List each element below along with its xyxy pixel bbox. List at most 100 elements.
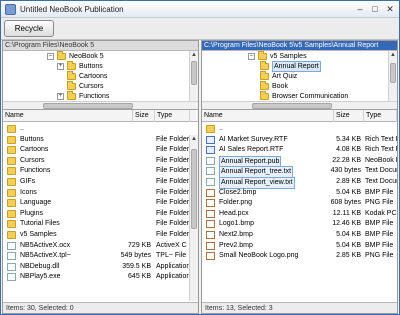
left-file-list: .. Buttons File Folder Cartoons File Folder C… xyxy=(3,122,198,298)
file-row[interactable]: GIFs File Folder xyxy=(3,177,189,187)
folder-icon xyxy=(7,199,16,208)
left-list-scrollbar[interactable]: ▲ xyxy=(189,135,198,301)
file-row[interactable]: NBPlay5.exe 645 KB Application xyxy=(3,272,189,282)
left-pane: C:\Program Files\NeoBook 5 – NeoBook 5 +… xyxy=(2,40,199,314)
column-size[interactable]: Size xyxy=(334,110,364,122)
file-row[interactable]: Annual Report.pub22.28 KBNeoBook Publica xyxy=(202,155,397,168)
file-row[interactable]: NBDebug.dll 359.5 KB Application xyxy=(3,262,189,272)
scroll-thumb[interactable] xyxy=(43,103,133,109)
folder-icon xyxy=(206,125,215,133)
file-row[interactable]: Prev2.bmp 5.04 KB BMP File xyxy=(202,241,397,251)
file-row[interactable]: Small NeoBook Logo.png 2.85 KB PNG File xyxy=(202,251,397,261)
tree-item-browser-communication[interactable]: Browser Communication xyxy=(260,91,348,101)
left-tree-hscrollbar[interactable] xyxy=(3,101,198,109)
tree-item-book[interactable]: Book xyxy=(260,81,288,91)
file-name: Prev2.bmp xyxy=(219,241,253,249)
collapse-icon[interactable]: – xyxy=(47,53,54,60)
scroll-up-icon[interactable]: ▲ xyxy=(190,135,198,144)
column-name[interactable]: Name xyxy=(3,110,133,122)
file-row[interactable]: AI Market Survey.RTF 5.34 KB Rich Text For… xyxy=(202,135,397,145)
scroll-thumb[interactable] xyxy=(191,61,197,85)
scroll-thumb[interactable] xyxy=(252,103,332,109)
tree-item-cartoons[interactable]: Cartoons xyxy=(67,71,107,81)
file-row[interactable]: Tutorial Files File Folder xyxy=(3,219,189,229)
folder-icon xyxy=(260,61,269,70)
file-type: BMP File xyxy=(365,220,394,228)
scroll-thumb[interactable] xyxy=(191,149,197,229)
file-row[interactable]: NB5ActiveX.tpl~ 549 bytes TPL~ File xyxy=(3,251,189,261)
maximize-icon[interactable]: □ xyxy=(368,3,382,15)
column-type[interactable]: Type xyxy=(364,110,397,122)
scroll-up-icon[interactable]: ▲ xyxy=(389,51,397,60)
file-row[interactable]: Annual Report_tree.txt 430 bytes Text Docu… xyxy=(202,166,397,179)
file-row[interactable]: .. xyxy=(202,124,397,134)
file-name: Cartoons xyxy=(20,146,49,154)
tree-item-cursors[interactable]: Cursors xyxy=(67,81,104,91)
collapse-icon[interactable]: – xyxy=(248,53,255,60)
file-icon xyxy=(7,241,16,250)
file-row[interactable]: Annual Report_view.txt2.89 KBText Docume… xyxy=(202,177,397,189)
left-status-bar: Items: 30, Selected: 0 xyxy=(3,302,198,313)
image-file-icon xyxy=(206,231,215,239)
minimize-icon[interactable]: – xyxy=(353,3,367,15)
file-type: BMP File xyxy=(365,241,394,249)
file-size: 5.04 KB xyxy=(336,241,361,249)
file-row[interactable]: Folder.png 608 bytes PNG File xyxy=(202,198,397,208)
left-tree-scrollbar[interactable]: ▲ xyxy=(189,51,198,101)
image-file-icon xyxy=(206,188,215,197)
file-name: NBDebug.dll xyxy=(20,262,60,270)
scroll-thumb[interactable] xyxy=(390,63,396,83)
file-name: NB5ActiveX.tpl~ xyxy=(20,252,71,260)
tree-item-buttons[interactable]: + Buttons xyxy=(57,61,103,71)
tree-item-art-quiz[interactable]: Art Quiz xyxy=(260,71,297,81)
file-row[interactable]: v5 Samples File Folder xyxy=(3,230,189,240)
file-type: Text Document xyxy=(365,178,397,185)
file-row[interactable]: Cartoons File Folder xyxy=(3,145,189,155)
column-size[interactable]: Size xyxy=(133,110,155,122)
file-row[interactable]: NB5ActiveX.ocx 729 KB ActiveX C xyxy=(3,241,189,251)
file-row[interactable]: Next2.bmp 5.04 KB BMP File xyxy=(202,230,397,240)
file-type: File Folder xyxy=(156,135,189,143)
tree-item-functions[interactable]: + Functions xyxy=(57,91,109,101)
tree-item-v5-samples[interactable]: – v5 Samples xyxy=(248,51,307,61)
scroll-up-icon[interactable]: ▲ xyxy=(190,51,198,60)
file-type: File Folder xyxy=(156,167,189,175)
file-name: Functions xyxy=(20,167,51,175)
file-name: Icons xyxy=(20,188,37,196)
file-icon xyxy=(7,273,16,282)
right-tree-hscrollbar[interactable] xyxy=(202,101,397,109)
file-row[interactable]: Buttons File Folder xyxy=(3,135,189,145)
file-row[interactable]: Cursors File Folder xyxy=(3,156,189,166)
folder-icon xyxy=(7,156,16,165)
file-name: AI Market Survey.RTF xyxy=(219,135,288,143)
file-type: Application xyxy=(156,273,189,281)
file-type: PNG File xyxy=(365,199,394,207)
close-icon[interactable]: ✕ xyxy=(383,3,397,15)
folder-icon xyxy=(258,51,267,60)
file-row[interactable]: .. xyxy=(3,124,189,134)
file-row[interactable]: Functions File Folder xyxy=(3,166,189,176)
title-bar[interactable]: Untitled NeoBook Publication – □ ✕ xyxy=(1,1,399,18)
file-row[interactable]: Plugins File Folder xyxy=(3,209,189,219)
file-name: Plugins xyxy=(20,209,43,217)
column-name[interactable]: Name xyxy=(202,110,334,122)
file-row[interactable]: Close2.bmp 5.04 KB BMP File xyxy=(202,188,397,198)
file-row[interactable]: Language File Folder xyxy=(3,198,189,208)
tree-item-annual-report[interactable]: Annual Report xyxy=(260,61,321,72)
file-type: TPL~ File xyxy=(156,252,187,260)
file-type: Application xyxy=(156,262,189,270)
column-type[interactable]: Type xyxy=(155,110,190,122)
file-name: NBPlay5.exe xyxy=(20,273,61,281)
file-name: Cursors xyxy=(20,156,45,164)
tree-item-label: Buttons xyxy=(79,63,103,70)
file-row[interactable]: Icons File Folder xyxy=(3,188,189,198)
file-row[interactable]: AI Sales Report.RTF 4.08 KB Rich Text Form… xyxy=(202,145,397,155)
left-folder-tree: – NeoBook 5 + Buttons Cartoons Cursors +… xyxy=(3,51,198,110)
tree-item-neobook5[interactable]: – NeoBook 5 xyxy=(47,51,104,61)
recycle-button[interactable]: Recycle xyxy=(4,20,54,37)
expand-icon[interactable]: + xyxy=(57,93,64,100)
expand-icon[interactable]: + xyxy=(57,63,64,70)
file-row[interactable]: Head.pcx 12.11 KB Kodak PCX Imag xyxy=(202,209,397,219)
right-tree-scrollbar[interactable]: ▲ xyxy=(388,51,397,101)
file-row[interactable]: Logo1.bmp 12.46 KB BMP File xyxy=(202,219,397,229)
